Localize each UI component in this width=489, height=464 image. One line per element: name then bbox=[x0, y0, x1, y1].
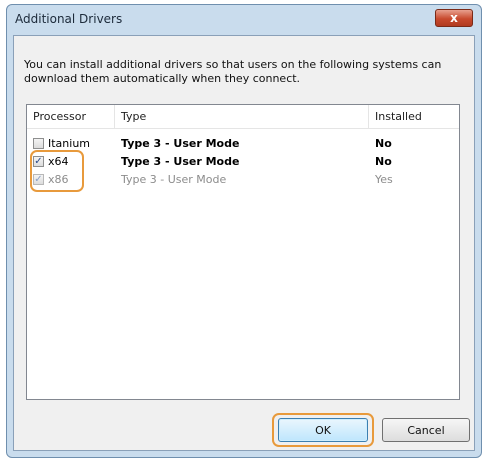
column-header-processor[interactable]: Processor bbox=[27, 105, 115, 128]
cancel-button[interactable]: Cancel bbox=[382, 418, 470, 442]
additional-drivers-dialog: Additional Drivers x You can install add… bbox=[6, 4, 482, 458]
close-icon: x bbox=[450, 11, 458, 25]
column-header-installed[interactable]: Installed bbox=[369, 105, 461, 128]
type-cell: Type 3 - User Mode bbox=[121, 137, 240, 150]
type-cell: Type 3 - User Mode bbox=[121, 155, 240, 168]
drivers-list[interactable]: Processor Type Installed Itanium Type 3 … bbox=[26, 104, 460, 400]
row-checkbox-itanium[interactable] bbox=[33, 138, 44, 149]
ok-button[interactable]: OK bbox=[278, 418, 368, 442]
type-cell: Type 3 - User Mode bbox=[121, 173, 227, 186]
table-row: ✓ x86 Type 3 - User Mode Yes bbox=[27, 171, 459, 188]
column-header-type[interactable]: Type bbox=[115, 105, 369, 128]
table-row[interactable]: ✓ x64 Type 3 - User Mode No bbox=[27, 153, 459, 170]
list-header: Processor Type Installed bbox=[27, 105, 459, 129]
description-text: You can install additional drivers so th… bbox=[24, 58, 442, 85]
close-button[interactable]: x bbox=[435, 9, 473, 27]
table-row[interactable]: Itanium Type 3 - User Mode No bbox=[27, 135, 459, 152]
installed-cell: No bbox=[375, 155, 392, 168]
installed-cell: Yes bbox=[375, 173, 393, 186]
title-bar: Additional Drivers x bbox=[7, 5, 481, 35]
dialog-body: You can install additional drivers so th… bbox=[13, 35, 475, 451]
checkbox-highlight-frame bbox=[30, 150, 84, 192]
dialog-title: Additional Drivers bbox=[15, 12, 123, 26]
installed-cell: No bbox=[375, 137, 392, 150]
